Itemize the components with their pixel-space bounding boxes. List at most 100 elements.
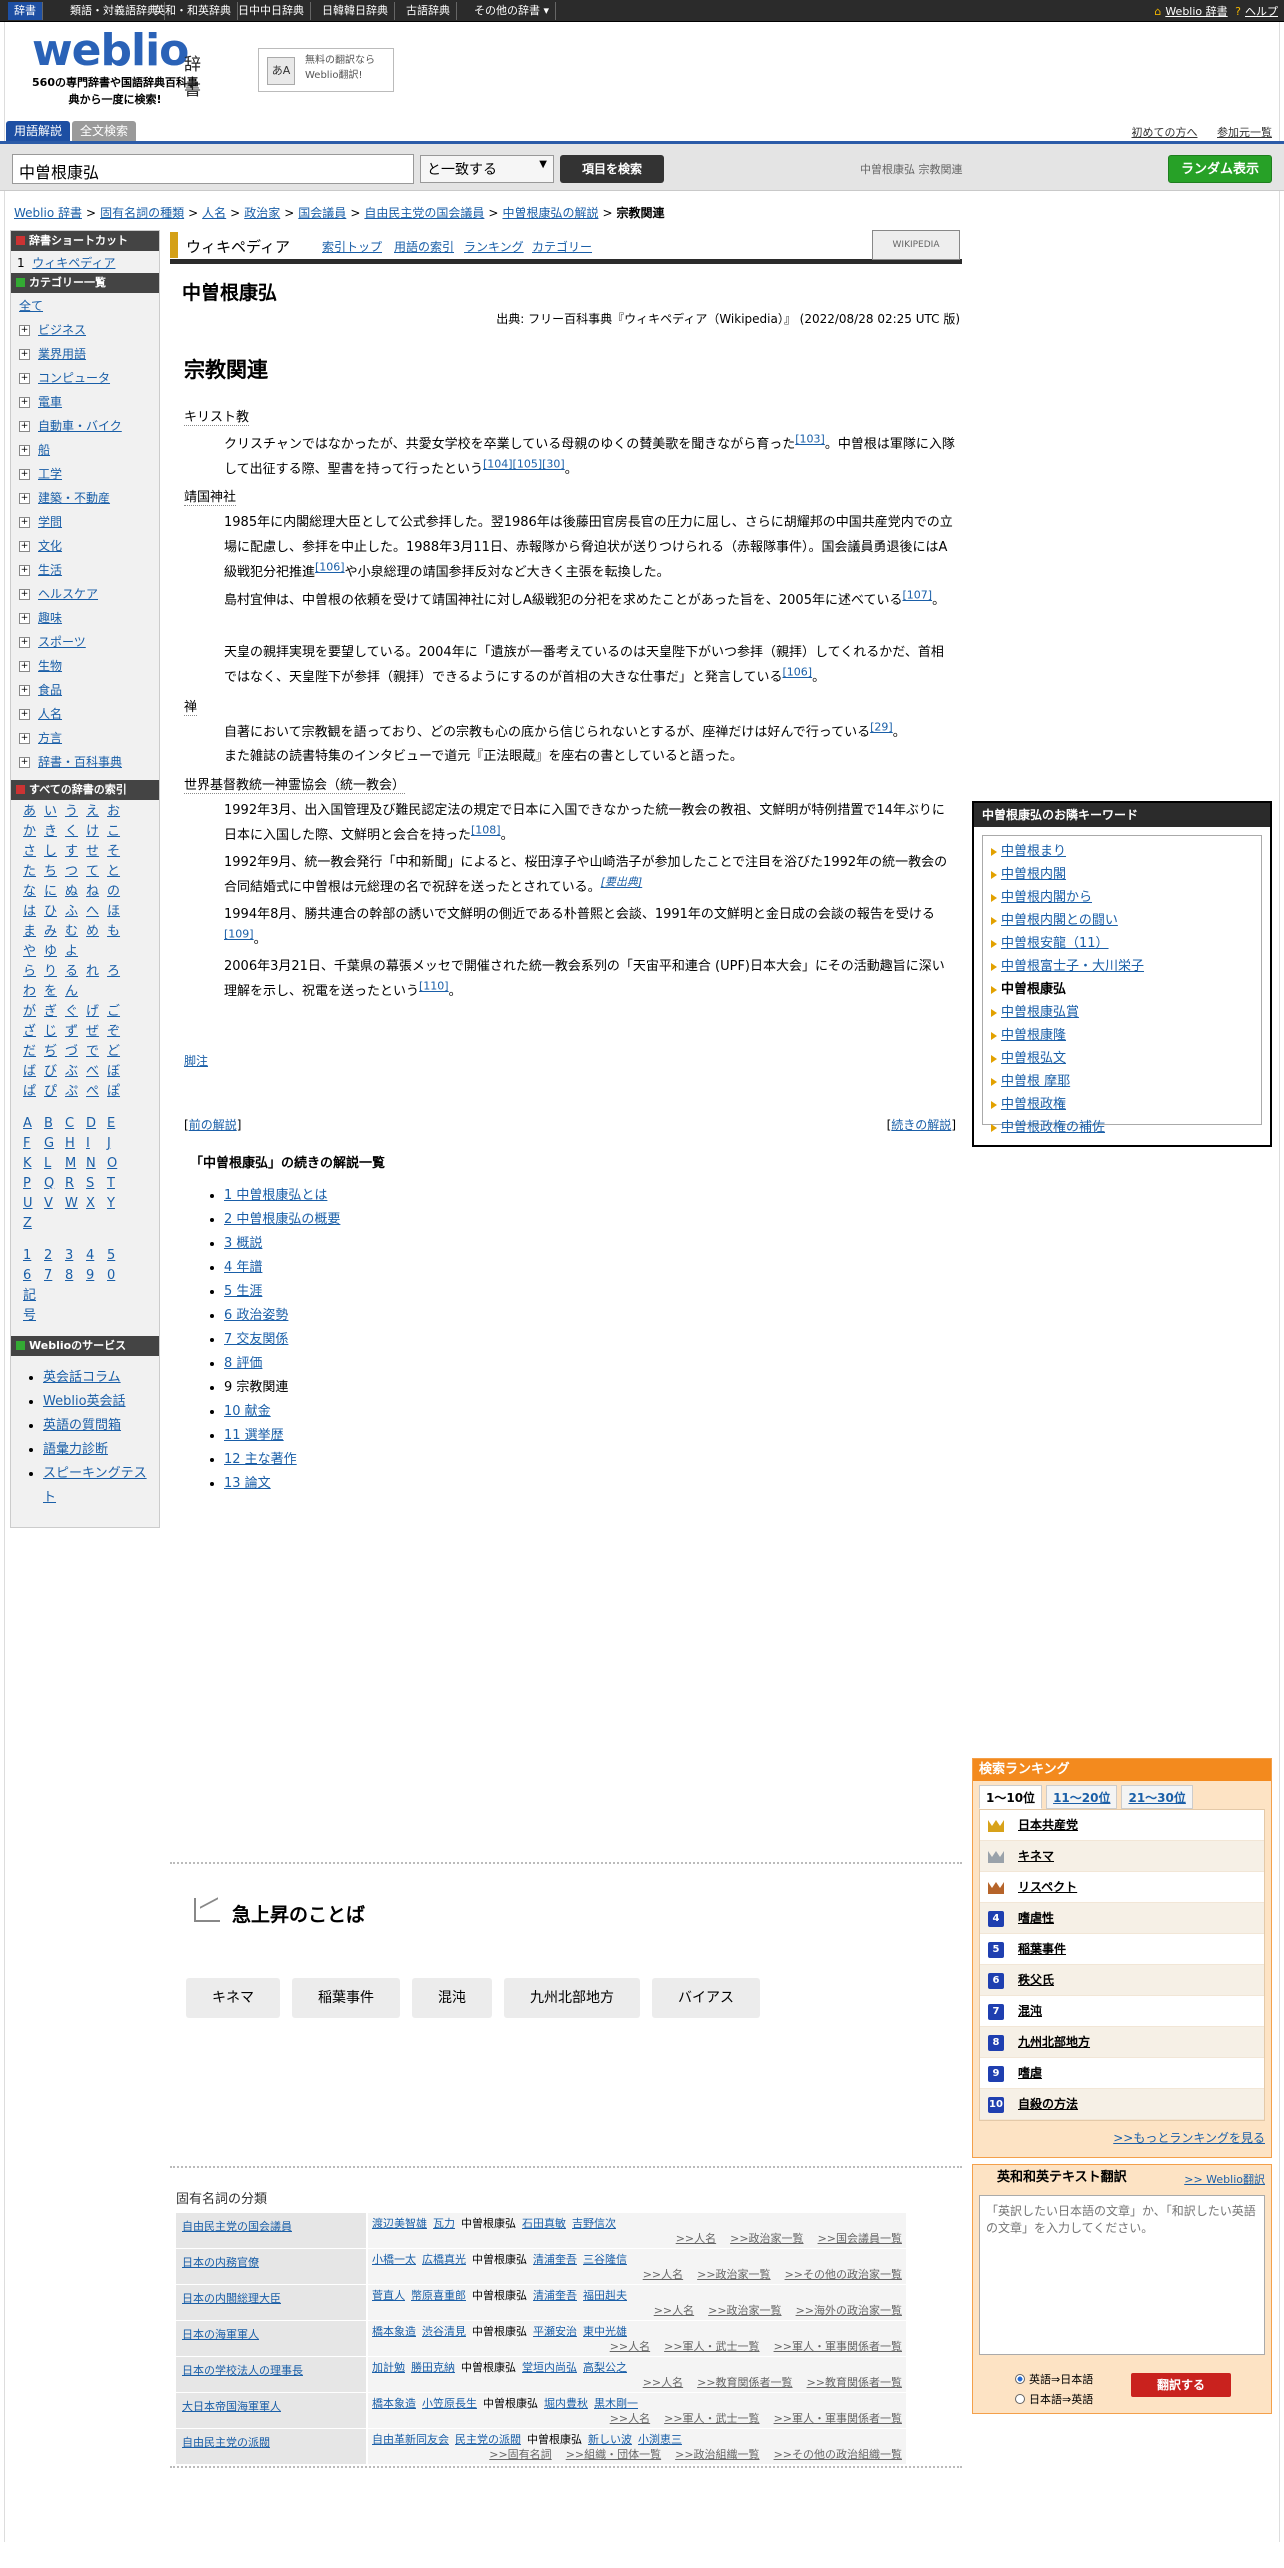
ranking-tab[interactable]: 1～10位 [979,1785,1043,1809]
classification-name[interactable]: 瓦力 [433,2217,455,2230]
ranking-row[interactable]: 1 日本共産党 [980,1810,1264,1841]
classification-name[interactable]: 民主党の派閥 [455,2433,521,2446]
breadcrumb-link[interactable]: 国会議員 [298,206,346,220]
classification-more-link[interactable]: >>教育関係者一覧 [807,2376,902,2389]
rising-word-chip[interactable]: 混沌 [412,1978,492,2018]
classification-key[interactable]: 日本の内務官僚 [176,2249,366,2284]
kana-letter[interactable]: べ [86,1062,107,1082]
kana-letter[interactable]: が [23,1002,44,1022]
expand-plus-icon[interactable]: + [19,397,30,408]
service-link[interactable]: 英語の質問箱 [43,1418,121,1433]
contents-link[interactable]: 13 論文 [224,1476,271,1491]
contents-link[interactable]: 3 概説 [224,1236,262,1251]
kana-letter[interactable]: み [44,922,65,942]
classification-more-link[interactable]: >>国会議員一覧 [818,2232,902,2245]
service-link[interactable]: 語彙力診断 [43,1442,108,1457]
kana-letter[interactable]: め [86,922,107,942]
classification-key[interactable]: 日本の内閣総理大臣 [176,2285,366,2320]
breadcrumb-link[interactable]: 固有名詞の種類 [100,206,184,220]
kana-letter[interactable]: じ [44,1022,65,1042]
kana-letter[interactable]: つ [65,862,86,882]
alpha-letter[interactable]: W [65,1194,86,1214]
kana-letter[interactable]: だ [23,1042,44,1062]
kana-letter[interactable]: き [44,822,65,842]
kana-letter[interactable]: ふ [65,902,86,922]
ranking-row[interactable]: 7 混沌 [980,1996,1264,2027]
wiki-category-link[interactable]: カテゴリー [532,238,592,255]
classification-key[interactable]: 日本の学校法人の理事長 [176,2357,366,2392]
kana-letter[interactable]: か [23,822,44,842]
kana-letter[interactable]: な [23,882,44,902]
kana-letter[interactable]: さ [23,842,44,862]
wiki-term-index-link[interactable]: 用語の索引 [394,238,454,255]
kana-letter[interactable]: ぷ [65,1082,86,1102]
ranking-row[interactable]: 6 秩父氏 [980,1965,1264,1996]
search-input[interactable]: 中曽根康弘 [12,154,414,184]
classification-name[interactable]: 小笠原長生 [422,2397,477,2410]
category-link[interactable]: ヘルスケア [38,587,98,601]
weblio-top-link[interactable]: Weblio 辞書 [1165,5,1227,18]
classification-name[interactable]: 黒木剛一 [594,2397,638,2410]
classification-name[interactable]: 勝田克納 [411,2361,455,2374]
classification-more-link[interactable]: >>政治組織一覧 [675,2448,759,2461]
alpha-letter[interactable]: L [44,1154,65,1174]
classification-name[interactable]: 平瀬安治 [533,2325,577,2338]
kana-letter[interactable]: こ [107,822,128,842]
ranking-term[interactable]: 嗜虐性 [1018,1911,1054,1925]
ranking-term[interactable]: 日本共産党 [1018,1818,1078,1832]
classification-name[interactable]: 三谷隆信 [583,2253,627,2266]
neighbor-keyword[interactable]: 中曽根内閣 [989,863,1255,886]
neighbor-keyword[interactable]: 中曽根富士子・大川栄子 [989,955,1255,978]
category-link[interactable]: 工学 [38,467,62,481]
alpha-letter[interactable]: G [44,1134,65,1154]
rising-word-chip[interactable]: キネマ [186,1978,280,2018]
classification-more-link[interactable]: >>その他の政治家一覧 [785,2268,902,2281]
kana-letter[interactable]: は [23,902,44,922]
alpha-letter[interactable]: H [65,1134,86,1154]
random-button[interactable]: ランダム表示 [1168,155,1272,183]
neighbor-keyword[interactable]: 中曽根まり [989,840,1255,863]
kana-letter[interactable]: う [65,802,86,822]
kana-letter[interactable]: し [44,842,65,862]
wiki-index-top-link[interactable]: 索引トップ [322,238,382,255]
category-link[interactable]: コンピュータ [38,371,110,385]
nums-letter[interactable]: 9 [86,1266,107,1286]
category-link[interactable]: 電車 [38,395,62,409]
tab-term[interactable]: 用語解説 [6,121,71,141]
expand-plus-icon[interactable]: + [19,445,30,456]
kana-letter[interactable]: ほ [107,902,128,922]
classification-name[interactable]: 小渕恵三 [638,2433,682,2446]
alpha-letter[interactable]: N [86,1154,107,1174]
next-entry-link[interactable]: 続きの解説 [891,1118,951,1132]
kana-letter[interactable]: げ [86,1002,107,1022]
ref-103[interactable]: [103] [795,433,825,446]
classification-more-link[interactable]: >>人名 [610,2340,650,2353]
wiki-ranking-link[interactable]: ランキング [464,238,524,255]
category-link[interactable]: 生活 [38,563,62,577]
kana-letter[interactable]: に [44,882,65,902]
classification-key[interactable]: 自由民主党の国会議員 [176,2213,366,2248]
category-link[interactable]: 船 [38,443,50,457]
kana-letter[interactable]: づ [65,1042,86,1062]
service-link[interactable]: Weblio英会話 [43,1394,126,1409]
classification-more-link[interactable]: >>人名 [610,2412,650,2425]
classification-more-link[interactable]: >>政治家一覧 [708,2304,781,2317]
classification-more-link[interactable]: >>組織・団体一覧 [566,2448,661,2461]
contents-link[interactable]: 8 評価 [224,1356,262,1371]
classification-name[interactable]: 広橋真光 [422,2253,466,2266]
kana-letter[interactable]: せ [86,842,107,862]
expand-plus-icon[interactable]: + [19,349,30,360]
classification-name[interactable]: 新しい波 [588,2433,632,2446]
neighbor-keyword[interactable]: 中曽根弘文 [989,1047,1255,1070]
kana-letter[interactable]: ぎ [44,1002,65,1022]
nums-letter[interactable]: 4 [86,1246,107,1266]
classification-name[interactable]: 堂垣内尚弘 [522,2361,577,2374]
contents-link[interactable]: 11 選挙歴 [224,1428,284,1443]
nums-letter[interactable]: 7 [44,1266,65,1286]
classification-name[interactable]: 清浦奎吾 [533,2289,577,2302]
ranking-row[interactable]: 10 自殺の方法 [980,2089,1264,2120]
kana-letter[interactable]: あ [23,802,44,822]
sources-link[interactable]: 参加元一覧 [1217,126,1272,139]
classification-name[interactable]: 幣原喜重郎 [411,2289,466,2302]
rising-word-chip[interactable]: 九州北部地方 [504,1978,640,2018]
